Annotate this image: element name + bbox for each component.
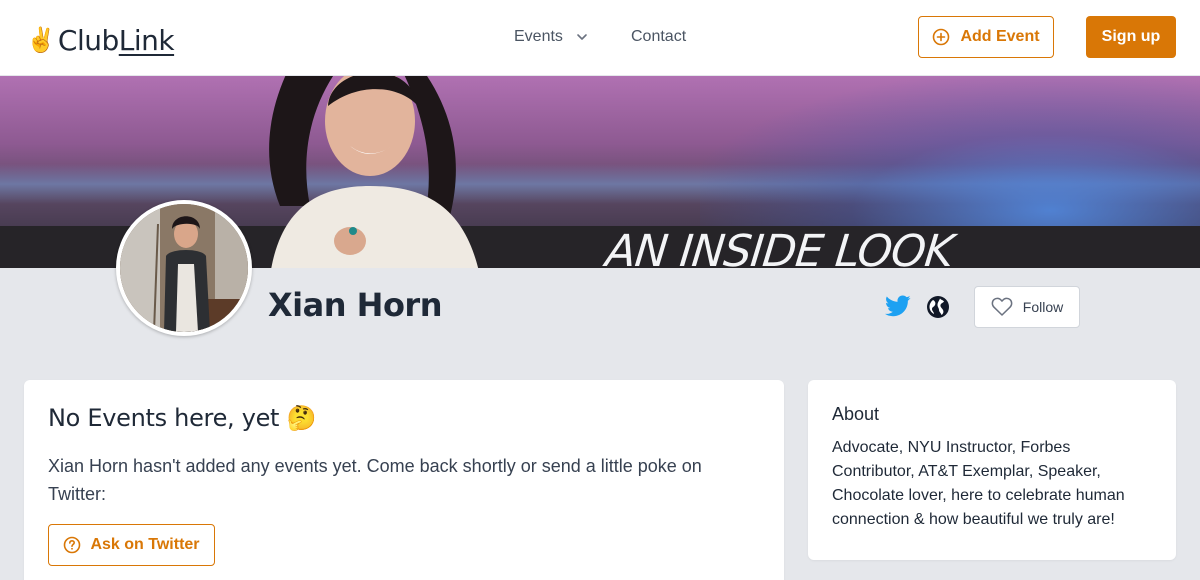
events-empty-title: No Events here, yet 🤔 [48,404,316,432]
ask-on-twitter-label: Ask on Twitter [90,536,200,553]
heart-icon [991,297,1013,316]
logo-text: ClubLink [57,24,175,57]
events-card: No Events here, yet 🤔 Xian Horn hasn't a… [24,380,784,580]
nav-events-label: Events [514,28,563,45]
ask-on-twitter-button[interactable]: Ask on Twitter [48,524,215,566]
follow-button[interactable]: Follow [974,286,1080,328]
add-event-label: Add Event [960,28,1040,45]
about-title: About [832,404,880,424]
twitter-icon[interactable] [885,295,911,319]
logo-prefix: Club [57,24,119,57]
nav-events-dropdown[interactable]: Events [514,26,589,48]
signup-button[interactable]: Sign up [1086,16,1176,58]
logo-suffix: Link [118,24,175,57]
follow-label: Follow [1022,299,1064,315]
banner-person-graphic [269,76,478,268]
globe-icon[interactable] [926,295,950,319]
top-navbar: ✌️ ClubLink Events Contact Add Event Sig… [0,0,1200,76]
banner-caption: AN INSIDE LOOK [603,226,956,268]
thinking-face-icon: 🤔 [286,404,317,432]
plus-circle-icon [933,28,950,46]
events-title-text: No Events here, yet [48,404,280,432]
chevron-down-icon [577,34,587,40]
avatar-photo [120,204,248,332]
about-card: About Advocate, NYU Instructor, Forbes C… [808,380,1176,560]
events-empty-message: Xian Horn hasn't added any events yet. C… [48,456,702,504]
about-text: Advocate, NYU Instructor, Forbes Contrib… [832,439,1125,528]
profile-name: Xian Horn [268,286,442,324]
clublink-logo[interactable]: ✌️ ClubLink [26,22,175,57]
question-circle-icon [64,536,81,554]
nav-contact-link[interactable]: Contact [631,26,686,48]
add-event-button[interactable]: Add Event [918,16,1054,58]
victory-hand-icon: ✌️ [26,27,56,54]
profile-avatar [116,200,252,336]
